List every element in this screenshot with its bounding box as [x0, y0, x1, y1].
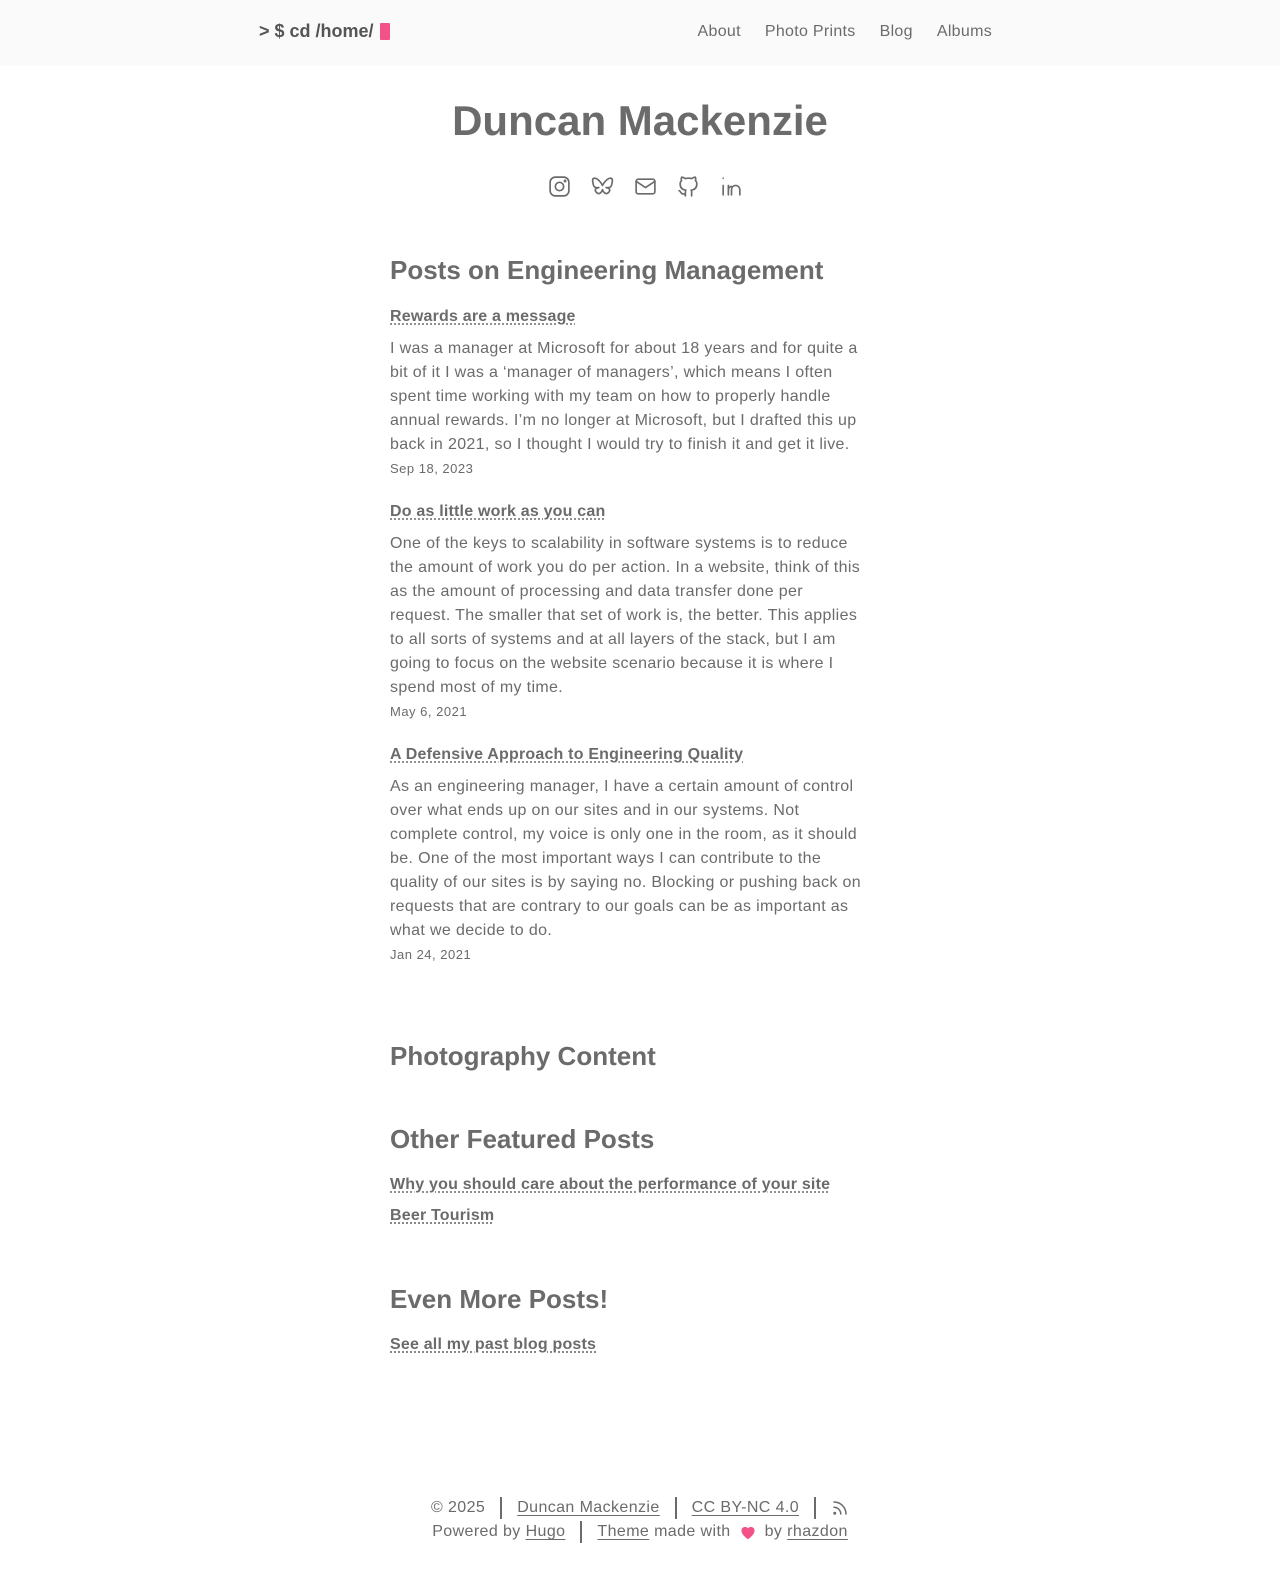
section-title-featured: Other Featured Posts [390, 1124, 655, 1154]
post-date: Sep 18, 2023 [390, 461, 474, 476]
section-title-photography: Photography Content [390, 1041, 656, 1071]
instagram-icon [548, 176, 570, 197]
footer-divider [814, 1497, 817, 1519]
post-date: May 6, 2021 [390, 704, 468, 719]
powered-by-text: Powered by [432, 1523, 521, 1540]
terminal-cursor [379, 23, 390, 40]
github-icon [677, 176, 698, 197]
more-posts-list: See all my past blog posts [390, 1329, 865, 1360]
heart-icon [739, 1524, 757, 1540]
footer-row-credits: Powered by Hugo Theme made with by rhazd… [0, 1520, 1280, 1544]
instagram-link[interactable] [547, 174, 572, 199]
post-item: A Defensive Approach to Engineering Qual… [390, 746, 865, 962]
footer-divider [674, 1497, 677, 1519]
email-link[interactable] [633, 174, 658, 199]
brand-text: > $ cd /home/ [259, 21, 374, 41]
page-title: Duncan Mackenzie [452, 97, 828, 144]
bluesky-icon [591, 177, 613, 195]
theme-author-link[interactable]: rhazdon [787, 1520, 848, 1544]
social-links [10, 174, 1280, 199]
github-link[interactable] [676, 174, 701, 199]
theme-link[interactable]: Theme [597, 1520, 649, 1544]
featured-post-link[interactable]: Beer Tourism [390, 1200, 865, 1231]
by-text: by [764, 1523, 783, 1540]
footer-divider [500, 1497, 503, 1519]
made-with-text: made with [654, 1523, 731, 1540]
site-logo-link[interactable]: > $ cd /home/ [259, 21, 390, 42]
site-header: > $ cd /home/ About Photo Prints Blog Al… [0, 0, 1280, 66]
nav-albums[interactable]: Albums [937, 23, 992, 41]
section-title-more: Even More Posts! [390, 1284, 609, 1314]
rss-icon [833, 1501, 847, 1515]
nav-blog[interactable]: Blog [880, 23, 913, 41]
nav-about[interactable]: About [698, 23, 741, 41]
main-content: Posts on Engineering Management Rewards … [390, 254, 865, 1360]
post-summary: One of the keys to scalability in softwa… [390, 535, 861, 696]
post-summary: As an engineering manager, I have a cert… [390, 778, 861, 939]
rss-link[interactable] [831, 1499, 849, 1517]
linkedin-icon [721, 177, 741, 196]
post-link[interactable]: Do as little work as you can [390, 503, 605, 521]
featured-posts-list: Why you should care about the performanc… [390, 1169, 865, 1231]
hero: Duncan Mackenzie [0, 66, 1280, 199]
featured-post-link[interactable]: Why you should care about the performanc… [390, 1169, 865, 1200]
post-item: Rewards are a message I was a manager at… [390, 308, 865, 476]
footer-divider [580, 1521, 583, 1543]
post-summary: I was a manager at Microsoft for about 1… [390, 340, 858, 453]
section-title-engineering: Posts on Engineering Management [390, 255, 824, 285]
author-link[interactable]: Duncan Mackenzie [517, 1496, 659, 1520]
post-link[interactable]: Rewards are a message [390, 308, 576, 326]
nav-photo-prints[interactable]: Photo Prints [765, 23, 856, 41]
mail-icon [634, 178, 656, 195]
post-item: Do as little work as you can One of the … [390, 503, 865, 719]
hugo-link[interactable]: Hugo [526, 1520, 566, 1544]
site-footer: © 2025 Duncan Mackenzie CC BY-NC 4.0 Pow… [0, 1496, 1280, 1544]
footer-row-copyright: © 2025 Duncan Mackenzie CC BY-NC 4.0 [0, 1496, 1280, 1520]
post-link[interactable]: A Defensive Approach to Engineering Qual… [390, 746, 743, 764]
main-nav: About Photo Prints Blog Albums [698, 23, 992, 41]
post-date: Jan 24, 2021 [390, 947, 472, 962]
copyright-text: © 2025 [430, 1499, 486, 1516]
linkedin-link[interactable] [719, 174, 744, 199]
all-posts-link[interactable]: See all my past blog posts [390, 1329, 865, 1360]
bluesky-link[interactable] [590, 174, 615, 199]
license-link[interactable]: CC BY-NC 4.0 [692, 1496, 799, 1520]
